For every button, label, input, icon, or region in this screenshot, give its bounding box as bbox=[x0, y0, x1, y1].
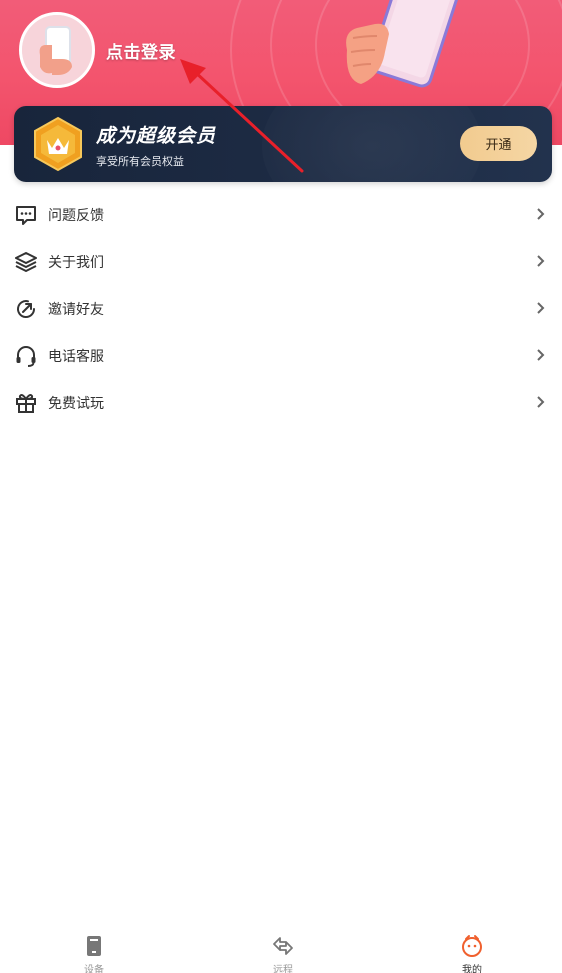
menu-item-label: 邀请好友 bbox=[48, 302, 104, 318]
tab-label: 我的 bbox=[462, 965, 482, 973]
profile-icon bbox=[462, 935, 482, 957]
banner-glow bbox=[262, 106, 482, 182]
menu-item-invite[interactable]: 邀请好友 bbox=[0, 285, 562, 332]
chevron-right-icon bbox=[537, 208, 545, 220]
vip-subtitle: 享受所有会员权益 bbox=[96, 155, 184, 168]
chevron-right-icon bbox=[537, 255, 545, 267]
gift-icon bbox=[16, 394, 36, 413]
menu-item-label: 关于我们 bbox=[48, 255, 104, 271]
layers-icon bbox=[15, 252, 37, 272]
settings-menu: 问题反馈 关于我们 邀请好友 电话客服 免费试玩 bbox=[0, 191, 562, 426]
tab-label: 远程 bbox=[273, 965, 293, 973]
vip-title: 成为超级会员 bbox=[96, 125, 217, 147]
share-icon bbox=[17, 300, 36, 318]
remote-icon bbox=[273, 937, 293, 955]
crown-badge-icon bbox=[34, 116, 82, 172]
menu-item-label: 电话客服 bbox=[48, 349, 104, 365]
menu-item-phone-support[interactable]: 电话客服 bbox=[0, 332, 562, 379]
device-icon bbox=[87, 936, 101, 956]
tab-label: 设备 bbox=[84, 965, 104, 973]
menu-item-free-trial[interactable]: 免费试玩 bbox=[0, 379, 562, 426]
menu-item-label: 免费试玩 bbox=[48, 396, 104, 412]
tab-remote[interactable]: 远程 bbox=[243, 928, 323, 973]
tab-device[interactable]: 设备 bbox=[54, 928, 134, 973]
tab-mine[interactable]: 我的 bbox=[432, 928, 512, 973]
menu-item-label: 问题反馈 bbox=[48, 208, 104, 224]
vip-banner[interactable]: 成为超级会员 享受所有会员权益 开通 bbox=[14, 106, 552, 182]
headset-icon bbox=[16, 346, 36, 367]
menu-item-feedback[interactable]: 问题反馈 bbox=[0, 191, 562, 238]
chevron-right-icon bbox=[537, 302, 545, 314]
login-link[interactable]: 点击登录 bbox=[106, 38, 176, 63]
phone-hand-avatar-icon bbox=[22, 15, 92, 85]
feedback-icon bbox=[16, 206, 36, 225]
chevron-right-icon bbox=[537, 396, 545, 408]
chevron-right-icon bbox=[537, 349, 545, 361]
profile-page: 点击登录 成为超级会员 享受所有会员权益 开通 问题反馈 关于我们 邀请好友 电… bbox=[0, 0, 562, 973]
bottom-tab-bar: 设备 远程 我的 bbox=[0, 928, 562, 973]
menu-item-about[interactable]: 关于我们 bbox=[0, 238, 562, 285]
open-vip-button[interactable]: 开通 bbox=[460, 126, 537, 161]
phone-hand-illustration bbox=[346, 0, 462, 88]
avatar[interactable] bbox=[19, 12, 95, 88]
